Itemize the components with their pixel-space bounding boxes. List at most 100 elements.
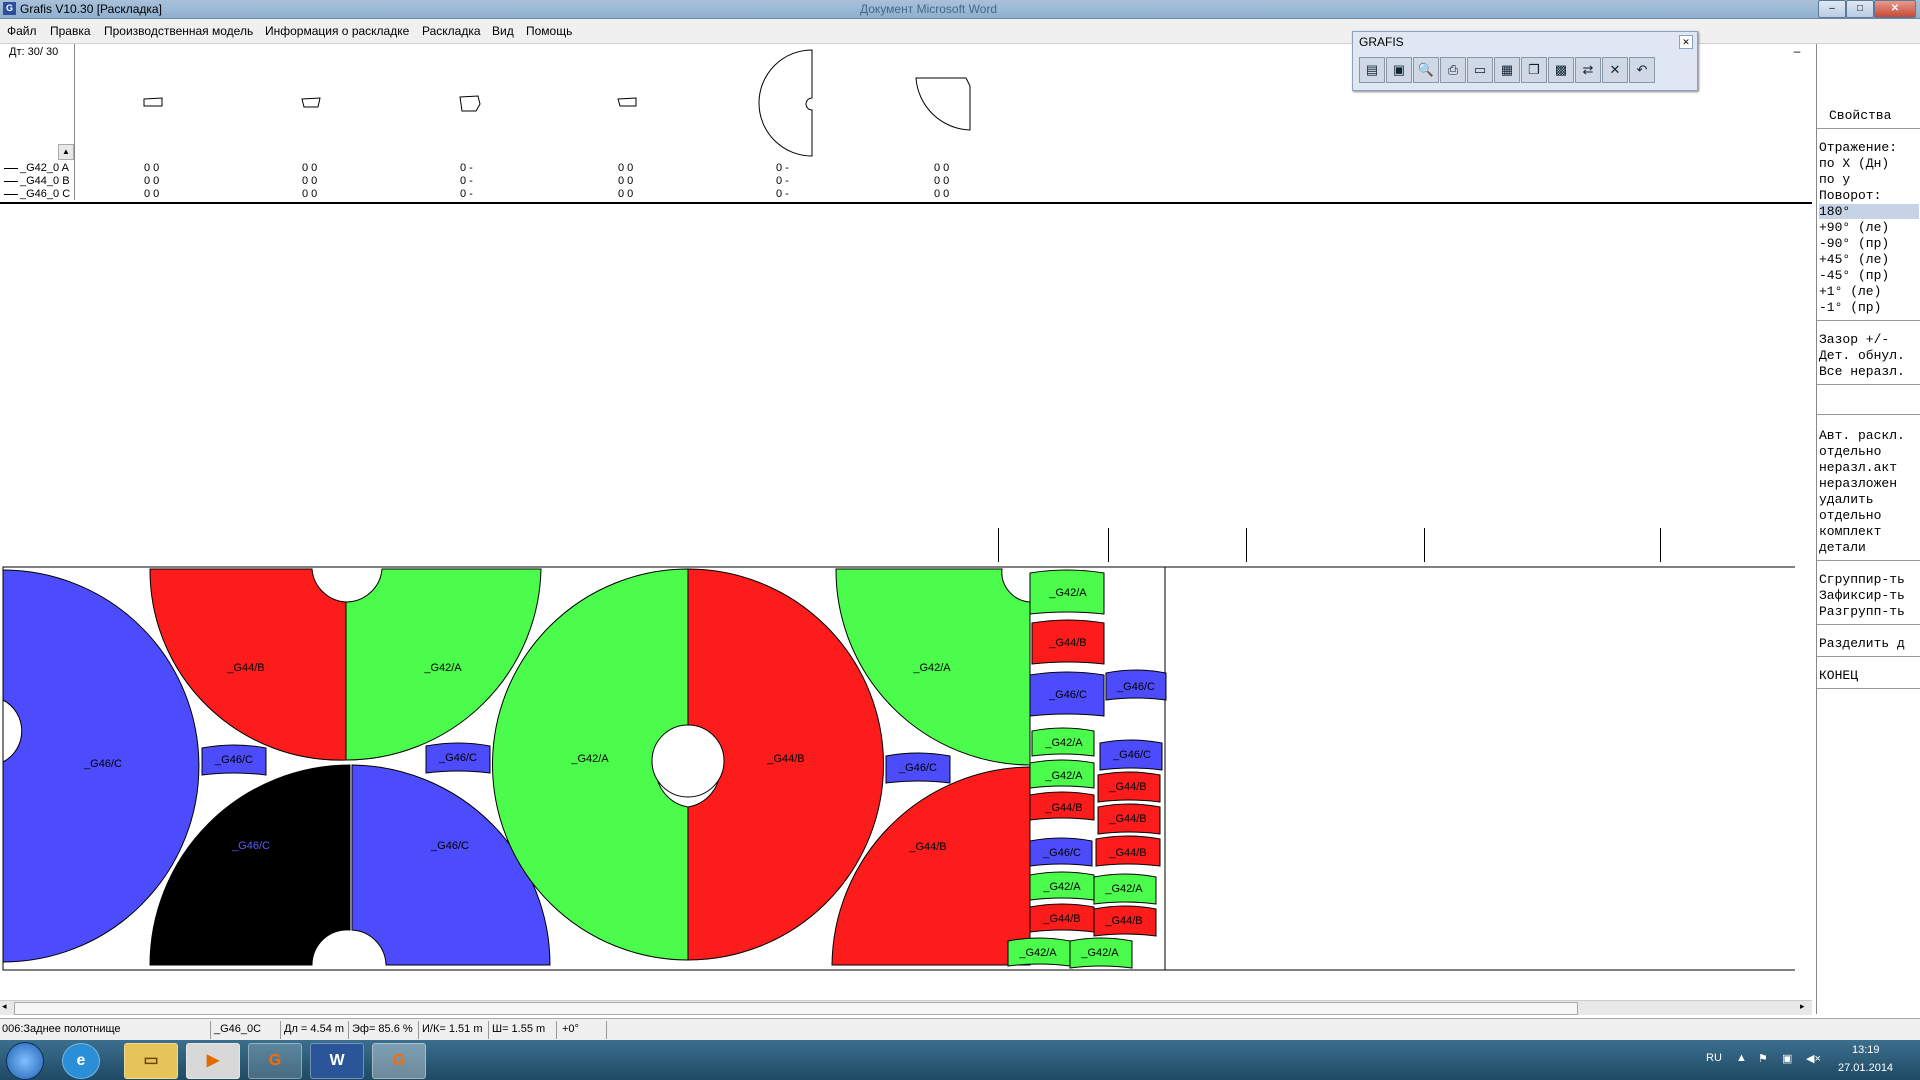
close-icon[interactable]: ✕	[1602, 57, 1628, 83]
status-piece-code: _G46_0C	[214, 1023, 262, 1035]
nest-icon[interactable]: ⇄	[1575, 57, 1601, 83]
sidebar-fix[interactable]: Зафиксир-ть	[1819, 588, 1905, 603]
tray-expand-icon[interactable]: ▲	[1736, 1052, 1747, 1064]
piece-thumb-2[interactable]	[301, 97, 321, 108]
sidebar-zero[interactable]: Дет. обнул.	[1819, 348, 1905, 363]
piece-label: _G42/A	[570, 753, 609, 765]
menu-production-model[interactable]: Производственная модель	[104, 24, 253, 38]
piece-thumb-4[interactable]	[617, 97, 637, 107]
start-button[interactable]	[6, 1042, 44, 1080]
piece-row-c[interactable]: _G46_0 C	[4, 188, 70, 200]
volume-icon[interactable]: ◀×	[1806, 1052, 1821, 1065]
ruler-tick	[1424, 528, 1425, 562]
piece-count-cell: 0 0	[144, 188, 160, 200]
piece-count-cell: 0 0	[144, 175, 160, 187]
minimize-button[interactable]: –	[1818, 0, 1846, 18]
title-bar: G Grafis V10.30 [Раскладка] Документ Mic…	[0, 0, 1920, 19]
piece-thumb-3[interactable]	[459, 95, 481, 112]
menu-marker[interactable]: Раскладка	[422, 24, 481, 38]
menu-file[interactable]: Файл	[7, 24, 37, 38]
piece-label: _G46/C	[231, 840, 270, 852]
measure-icon[interactable]: ▭	[1467, 57, 1493, 83]
marker-layout[interactable]: _G46/C _G44/B _G42/A _G46/C _G46/C _G42/A _G44…	[0, 560, 1812, 990]
sidebar-end[interactable]: КОНЕЦ	[1819, 668, 1858, 683]
undo-icon[interactable]: ↶	[1629, 57, 1655, 83]
scroll-left-icon[interactable]: ◂	[2, 1001, 7, 1012]
sidebar-group[interactable]: Сгруппир-ть	[1819, 572, 1905, 587]
sidebar-rot-plus1[interactable]: +1° (ле)	[1819, 284, 1881, 299]
menu-marker-info[interactable]: Информация о раскладке	[265, 24, 409, 38]
ruler-tick	[998, 528, 999, 562]
grafis-active-icon[interactable]: G	[372, 1043, 426, 1079]
sidebar-split[interactable]: Разделить д	[1819, 636, 1905, 651]
piece-row-b[interactable]: _G44_0 B	[4, 175, 70, 187]
menu-edit[interactable]: Правка	[50, 24, 91, 38]
sidebar-rot-180[interactable]: 180°	[1819, 204, 1919, 219]
piece-label: _G44/B	[1044, 802, 1082, 814]
word-icon[interactable]: W	[310, 1043, 364, 1079]
piece-thumb-5[interactable]	[758, 49, 813, 157]
sidebar-all-unplaced[interactable]: Все неразл.	[1819, 364, 1905, 379]
open-icon[interactable]: ▤	[1359, 57, 1385, 83]
flag-icon[interactable]: ⚑	[1758, 1052, 1768, 1065]
media-player-icon[interactable]: ▶	[186, 1043, 240, 1079]
save-icon[interactable]: ▣	[1386, 57, 1412, 83]
panel-minimize-button[interactable]: –	[1790, 44, 1804, 58]
sidebar-properties[interactable]: Свойства	[1829, 108, 1891, 123]
sidebar-rot-minus45[interactable]: -45° (пр)	[1819, 268, 1889, 283]
piece-label: _G46/C	[430, 840, 469, 852]
menu-help[interactable]: Помощь	[526, 24, 572, 38]
language-indicator[interactable]: RU	[1706, 1052, 1722, 1064]
grid-icon[interactable]: ▩	[1548, 57, 1574, 83]
piece-row-a[interactable]: _G42_0 A	[4, 162, 69, 174]
clock-time[interactable]: 13:19	[1852, 1044, 1880, 1056]
piece-thumb-1[interactable]	[143, 97, 163, 107]
piece-count-cell: 0 0	[302, 162, 318, 174]
scroll-up-button[interactable]: ▲	[58, 144, 74, 160]
horizontal-scrollbar[interactable]: ◂ ▸	[0, 1000, 1812, 1015]
scroll-thumb[interactable]	[14, 1002, 1578, 1015]
piece-count-cell: 0 0	[618, 162, 634, 174]
sidebar-rot-minus90[interactable]: -90° (пр)	[1819, 236, 1889, 251]
sidebar-auto-separate[interactable]: отдельно	[1819, 444, 1881, 459]
sidebar-mirror-x[interactable]: по X (Дн)	[1819, 156, 1889, 171]
piece-count-cell: 0 0	[618, 188, 634, 200]
sidebar-delete-pieces[interactable]: детали	[1819, 540, 1866, 555]
clock-date[interactable]: 27.01.2014	[1838, 1062, 1893, 1074]
maximize-button[interactable]: □	[1846, 0, 1874, 18]
sidebar-rot-plus45[interactable]: +45° (ле)	[1819, 252, 1889, 267]
sidebar-auto-unplaced[interactable]: неразложен	[1819, 476, 1897, 491]
sidebar-rot-minus1[interactable]: -1° (пр)	[1819, 300, 1881, 315]
sidebar-delete[interactable]: удалить	[1819, 492, 1874, 507]
close-button[interactable]: ✕	[1874, 0, 1916, 18]
sidebar-delete-separate[interactable]: отдельно	[1819, 508, 1881, 523]
explorer-icon[interactable]: ▭	[124, 1043, 178, 1079]
grafis-app-icon[interactable]: G	[248, 1043, 302, 1079]
menu-view[interactable]: Вид	[492, 24, 514, 38]
sidebar-ungroup[interactable]: Разгрупп-ть	[1819, 604, 1905, 619]
status-angle: +0°	[562, 1023, 579, 1035]
toolbar-close-icon[interactable]: ✕	[1679, 35, 1693, 49]
sidebar-mirror-y[interactable]: по у	[1819, 172, 1850, 187]
scroll-right-icon[interactable]: ▸	[1800, 1001, 1805, 1012]
sheet-icon[interactable]: ▦	[1494, 57, 1520, 83]
piece-label: _G42/A	[423, 662, 462, 674]
sidebar-auto[interactable]: Авт. раскл.	[1819, 428, 1905, 443]
piece-label: _G42/A	[1042, 881, 1081, 893]
sidebar-auto-unplaced-active[interactable]: неразл.акт	[1819, 460, 1897, 475]
hole[interactable]	[651, 724, 725, 798]
sidebar-gap[interactable]: Зазор +/-	[1819, 332, 1889, 347]
network-icon[interactable]: ▣	[1782, 1052, 1792, 1065]
copy-icon[interactable]: ❐	[1521, 57, 1547, 83]
status-piece-name: 006:Заднее полотнище	[2, 1023, 121, 1035]
ie-icon[interactable]: e	[62, 1043, 100, 1079]
zoom-icon[interactable]: 🔍	[1413, 57, 1439, 83]
piece-label: _G46/C	[83, 758, 122, 770]
print-icon[interactable]: ⎙	[1440, 57, 1466, 83]
piece-label: _G44/B	[1042, 913, 1080, 925]
piece-label: _G46/C	[1116, 681, 1155, 693]
piece-thumb-6[interactable]	[915, 77, 971, 131]
sidebar-delete-set[interactable]: комплект	[1819, 524, 1881, 539]
sidebar-rot-plus90[interactable]: +90° (ле)	[1819, 220, 1889, 235]
piece-label: _G46/C	[898, 762, 937, 774]
